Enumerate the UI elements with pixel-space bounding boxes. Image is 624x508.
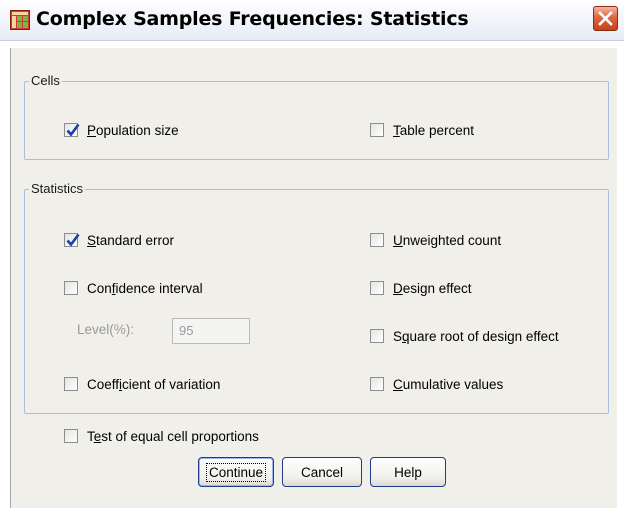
checkbox-box <box>64 281 78 295</box>
continue-label: Continue <box>205 462 267 482</box>
design-effect-checkbox[interactable]: Design effect <box>370 278 472 298</box>
checkbox-box <box>370 123 384 137</box>
checkmark-icon <box>66 233 80 247</box>
cells-group: Cells <box>24 74 609 160</box>
cancel-button[interactable]: Cancel <box>282 457 362 487</box>
checkbox-box <box>64 377 78 391</box>
table-percent-label: Table percent <box>393 122 475 138</box>
cancel-label: Cancel <box>300 464 344 480</box>
sqrt-design-effect-label: Square root of design effect <box>393 328 559 344</box>
window-title: Complex Samples Frequencies: Statistics <box>36 8 469 30</box>
level-label: Level(%): <box>77 322 135 337</box>
checkbox-box <box>370 233 384 247</box>
sqrt-design-effect-checkbox[interactable]: Square root of design effect <box>370 326 559 346</box>
standard-error-label: Standard error <box>87 232 175 248</box>
design-effect-label: Design effect <box>393 280 472 296</box>
title-bar[interactable]: Complex Samples Frequencies: Statistics <box>0 0 624 41</box>
level-percent-input[interactable]: 95 <box>172 318 250 344</box>
checkbox-box <box>64 233 80 247</box>
checkbox-box <box>64 429 78 443</box>
test-equal-cell-proportions-checkbox[interactable]: Test of equal cell proportions <box>64 426 259 446</box>
help-button[interactable]: Help <box>370 457 446 487</box>
coefficient-of-variation-checkbox[interactable]: Coefficient of variation <box>64 374 220 394</box>
statistics-legend: Statistics <box>31 181 84 196</box>
checkbox-box <box>64 123 80 137</box>
table-percent-checkbox[interactable]: Table percent <box>370 120 474 140</box>
cumulative-values-checkbox[interactable]: Cumulative values <box>370 374 503 394</box>
coefficient-of-variation-label: Coefficient of variation <box>87 376 221 392</box>
cumulative-values-label: Cumulative values <box>393 376 504 392</box>
close-x-icon <box>598 11 613 26</box>
cells-legend: Cells <box>31 73 60 88</box>
unweighted-count-checkbox[interactable]: Unweighted count <box>370 230 501 250</box>
checkbox-box <box>370 329 384 343</box>
checkbox-box <box>370 281 384 295</box>
test-equal-cell-proportions-label: Test of equal cell proportions <box>87 428 259 444</box>
continue-button[interactable]: Continue <box>198 457 274 487</box>
confidence-interval-checkbox[interactable]: Confidence interval <box>64 278 203 298</box>
app-table-icon <box>10 10 30 30</box>
population-size-checkbox[interactable]: Population size <box>64 120 179 140</box>
unweighted-count-label: Unweighted count <box>393 232 502 248</box>
checkbox-box <box>370 377 384 391</box>
population-size-label: Population size <box>87 122 179 138</box>
standard-error-checkbox[interactable]: Standard error <box>64 230 174 250</box>
close-button[interactable] <box>593 6 618 31</box>
help-label: Help <box>394 464 422 480</box>
checkmark-icon <box>66 123 80 137</box>
confidence-interval-label: Confidence interval <box>87 280 203 296</box>
